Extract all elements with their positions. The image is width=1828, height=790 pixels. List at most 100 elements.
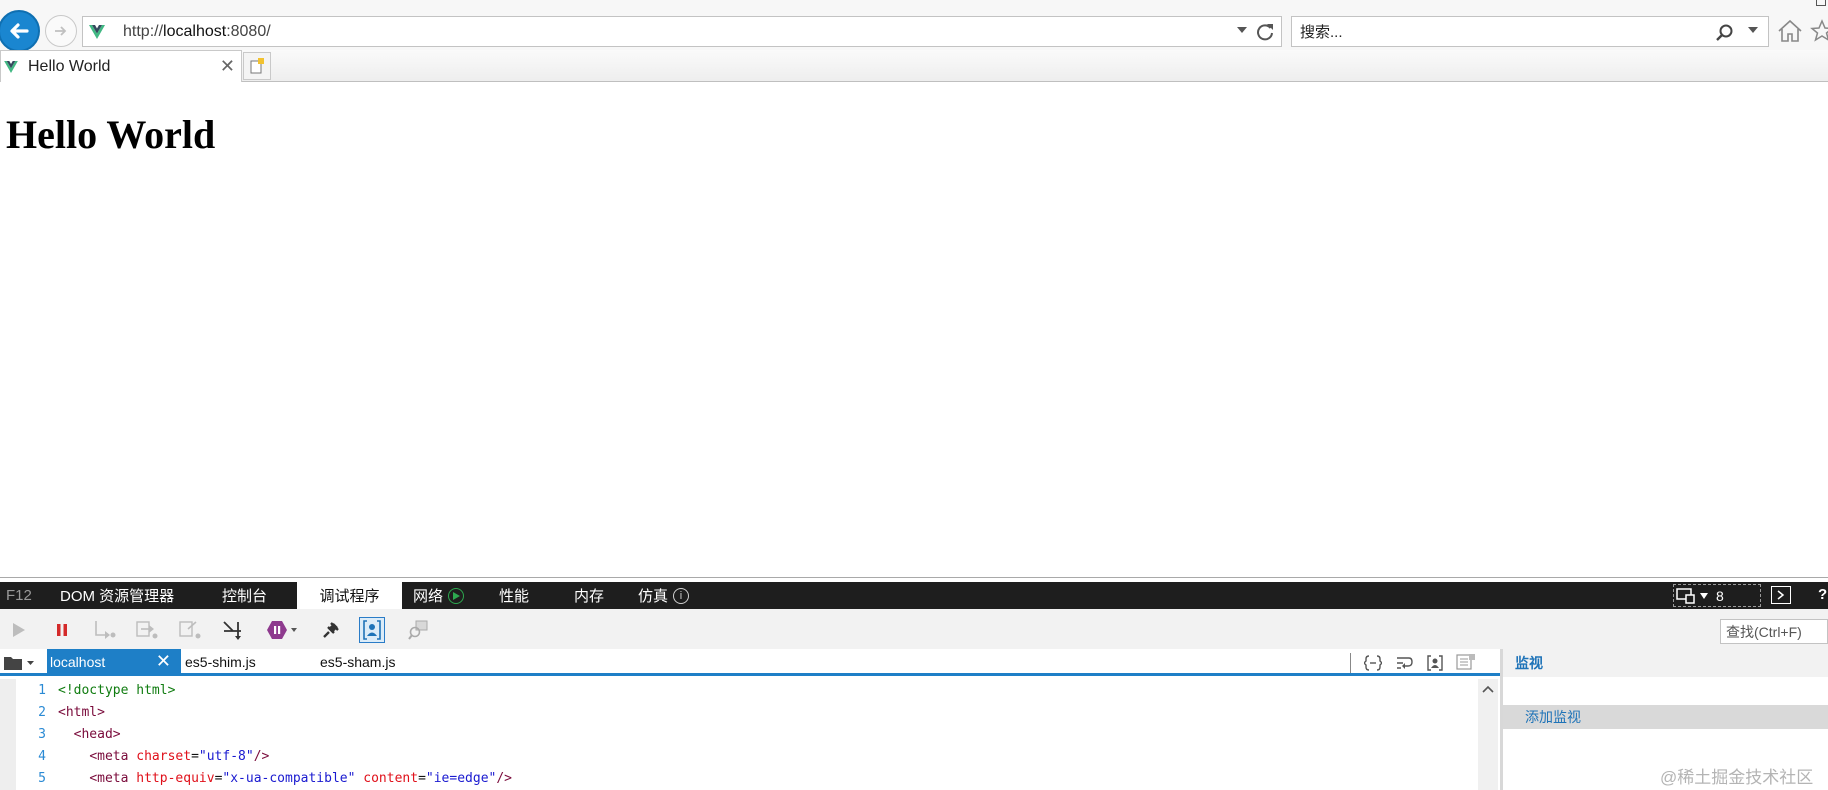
code-line: 1 <!doctype html> [16,679,175,701]
code-editor[interactable]: 1 <!doctype html> 2 <html> 3 <head> 4 <met… [0,679,1498,790]
source-map-toggle-icon[interactable] [1455,652,1477,674]
tab-emulation-label: 仿真 [638,588,669,605]
page-content: Hello World [0,83,1828,577]
tab-network[interactable]: 网络 [413,582,465,609]
step-over-icon[interactable] [134,617,160,643]
code-line: 3 <head> [16,723,121,745]
file-tab-es5-sham[interactable]: es5-sham.js [320,649,395,674]
disconnect-debugger-icon[interactable] [318,617,344,643]
document-mode-selector[interactable]: 8 [1673,584,1761,607]
break-on-new-worker-icon[interactable] [220,617,246,643]
debugger-toolbar: 查找(Ctrl+F) [0,609,1828,649]
vue-logo-icon [3,59,19,75]
tab-debugger[interactable]: 调试程序 [297,582,402,609]
line-number: 4 [38,748,46,764]
pretty-print-icon[interactable] [1362,652,1384,674]
arrow-right-icon [55,26,67,36]
tab-performance[interactable]: 性能 [499,582,529,609]
file-tab-label: localhost [50,653,106,670]
code-tag: /> [253,748,270,764]
close-icon[interactable]: ✕ [220,57,235,75]
devtools-tab-bar: F12 DOM 资源管理器 控制台 调试程序 网络 性能 内存 仿真 i 8 ? [0,582,1828,609]
back-button[interactable] [0,10,40,52]
search-icon[interactable] [1714,23,1734,43]
code-tag: <head> [73,726,121,742]
divider [1350,653,1351,673]
step-into-icon[interactable] [92,617,118,643]
add-watch-label[interactable]: 添加监视 [1525,707,1581,727]
code-owner-icon[interactable] [1424,652,1446,674]
home-icon[interactable] [1777,19,1803,43]
close-icon[interactable]: ✕ [156,652,171,670]
source-map-icon[interactable] [405,617,431,643]
code-line: 2 <html> [16,701,105,723]
browser-tab-strip: Hello World ✕ [0,50,1828,82]
tab-emulation[interactable]: 仿真 i [638,582,690,609]
code-tag: <meta [89,770,129,786]
chevron-down-icon[interactable] [1237,26,1247,34]
code-line: 5 <meta http-equiv = "x-ua-compatible" con… [16,767,512,789]
browser-tab[interactable]: Hello World ✕ [0,50,242,82]
find-input[interactable]: 查找(Ctrl+F) [1720,619,1828,644]
file-tab-es5-shim[interactable]: es5-shim.js [185,649,256,674]
step-out-icon[interactable] [177,617,203,643]
restore-window-icon[interactable] [1816,0,1826,6]
play-icon [448,587,465,604]
line-number: 3 [38,726,46,742]
tab-memory[interactable]: 内存 [574,582,604,609]
code-line: 4 <meta charset = "utf-8"/> [16,745,269,767]
refresh-icon[interactable] [1255,22,1275,42]
continue-icon[interactable] [6,617,32,643]
code-value: "ie=edge" [425,770,497,786]
url-suffix: :8080/ [226,22,271,40]
line-number: 1 [38,682,46,698]
pause-icon[interactable] [49,617,75,643]
console-toggle-icon[interactable] [1771,586,1791,604]
word-wrap-icon[interactable] [1393,652,1415,674]
code-attribute: content [363,770,419,786]
tab-network-label: 网络 [413,588,444,605]
code-attribute: charset [136,748,192,764]
vue-logo-icon [88,23,106,41]
folder-icon[interactable] [3,653,37,673]
chevron-up-icon[interactable] [1482,685,1494,693]
chevron-down-icon[interactable] [1748,26,1758,34]
exception-behavior-icon[interactable] [265,617,301,643]
tab-console[interactable]: 控制台 [222,582,267,609]
watch-title[interactable]: 监视 [1515,653,1543,673]
star-icon[interactable] [1810,19,1828,43]
search-bar[interactable]: 搜索... [1291,16,1769,47]
forward-button[interactable] [45,15,77,47]
code-equals: = [418,770,426,786]
code-tag: /> [496,770,513,786]
code-scrollbar[interactable] [1478,679,1498,790]
file-tab-localhost[interactable]: localhost ✕ [47,649,181,674]
help-icon[interactable]: ? [1818,586,1827,603]
code-value: "utf-8" [198,748,254,764]
tab-dom-explorer[interactable]: DOM 资源管理器 [60,582,174,609]
code-text: <!doctype html> [58,682,176,698]
new-tab-icon [250,58,264,74]
watermark: @稀土掘金技术社区 [1660,768,1814,787]
code-value: "x-ua-compatible" [222,770,356,786]
breakpoint-gutter[interactable] [0,679,16,790]
address-bar[interactable]: http://localhost:8080/ [82,16,1282,47]
just-my-code-icon[interactable] [359,617,385,643]
line-number: 2 [38,704,46,720]
url-prefix: http:// [123,22,164,40]
code-equals: = [214,770,223,786]
url-host: localhost [163,22,227,40]
new-tab-button[interactable] [243,52,271,80]
file-tab-strip: localhost ✕ es5-shim.js es5-sham.js [0,649,1500,676]
tab-f12[interactable]: F12 [6,582,32,609]
add-watch-row[interactable]: 添加监视 [1503,705,1828,729]
browser-tab-title: Hello World [28,57,111,75]
url-text[interactable]: http://localhost:8080/ [123,23,271,41]
document-mode-value: 8 [1716,587,1724,604]
chevron-down-icon [1700,592,1708,599]
code-equals: = [191,748,199,764]
search-input[interactable]: 搜索... [1300,21,1343,42]
